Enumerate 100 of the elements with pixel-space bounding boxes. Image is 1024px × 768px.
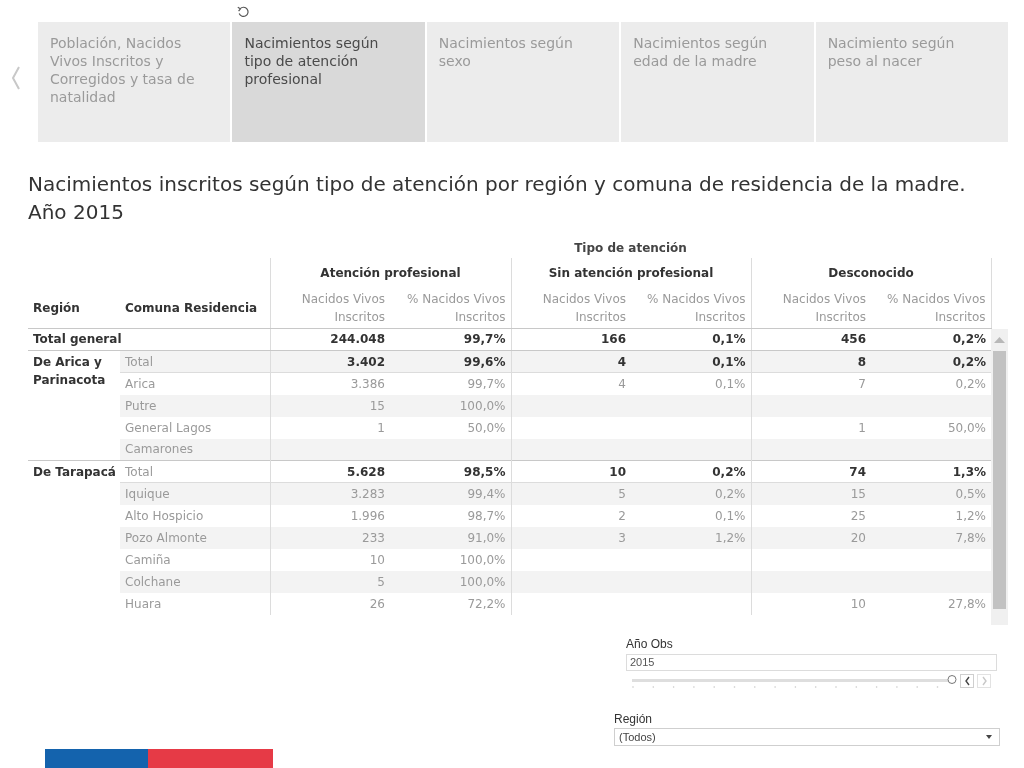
table-cell: 5 xyxy=(270,570,390,593)
table-cell: 99,4% xyxy=(390,482,511,505)
tab[interactable]: Población, Nacidos Vivos Inscritos y Corregidos y tasa de natalidad xyxy=(38,22,231,142)
table-cell: 74 xyxy=(751,460,871,483)
table-cell: 99,6% xyxy=(390,350,511,373)
page-title: Nacimientos inscritos según tipo de atención por región y comuna de residencia de la madre. Año 2015 xyxy=(28,171,967,226)
table-cell: 0,2% xyxy=(871,350,991,373)
table-cell: 0,5% xyxy=(871,482,991,505)
column-header: Nacidos Vivos Inscritos xyxy=(751,288,871,328)
table-cell: 100,0% xyxy=(390,548,511,571)
table-cell: 1,2% xyxy=(871,504,991,527)
table-cell: 15 xyxy=(751,482,871,505)
table-cell: 3 xyxy=(511,526,631,549)
table-cell: 5 xyxy=(511,482,631,505)
table-cell: 26 xyxy=(270,592,390,615)
scrollbar[interactable] xyxy=(991,328,1008,625)
row-header: General Lagos xyxy=(120,416,270,439)
table-cell: 3.283 xyxy=(270,482,390,505)
table-cell: 0,2% xyxy=(631,482,751,505)
table-cell: 3.386 xyxy=(270,372,390,395)
column-group-header: Sin atención profesional xyxy=(511,258,751,288)
column-header: Región xyxy=(28,288,120,328)
tab[interactable]: Nacimientos según edad de la madre xyxy=(621,22,814,142)
tab[interactable]: Nacimientos según tipo de atención profesional xyxy=(232,22,425,142)
column-header: Nacidos Vivos Inscritos xyxy=(270,288,390,328)
column-group-header: Desconocido xyxy=(751,258,992,288)
region-dropdown[interactable]: (Todos) xyxy=(614,727,1000,746)
table-cell: 100,0% xyxy=(390,394,511,417)
caret-down-icon xyxy=(986,734,992,739)
chevron-left-icon xyxy=(964,675,970,686)
table-cell: 50,0% xyxy=(871,416,991,439)
column-group-header: Tipo de atención xyxy=(270,238,992,258)
table-cell: 99,7% xyxy=(390,328,511,351)
table-cell: 10 xyxy=(511,460,631,483)
tab[interactable]: Nacimiento según peso al nacer xyxy=(815,22,1009,142)
table-cell: 244.048 xyxy=(270,328,390,351)
chevron-left-icon[interactable] xyxy=(12,66,20,90)
filter-label: Región xyxy=(614,712,654,726)
row-header: Total xyxy=(120,460,270,483)
column-header: Nacidos Vivos Inscritos xyxy=(511,288,631,328)
table-cell: 4 xyxy=(511,372,631,395)
table-cell: 3.402 xyxy=(270,350,390,373)
table-cell: 166 xyxy=(511,328,631,351)
table-cell: 100,0% xyxy=(390,570,511,593)
table-cell: 0,2% xyxy=(631,460,751,483)
row-header: Colchane xyxy=(120,570,270,593)
table-cell: 1.996 xyxy=(270,504,390,527)
up-arrow-icon[interactable] xyxy=(994,336,1005,343)
row-header: Total general xyxy=(28,328,270,351)
filter-label: Año Obs xyxy=(626,637,674,651)
table-cell: 0,1% xyxy=(631,350,751,373)
year-field[interactable]: 2015 xyxy=(626,653,997,671)
table-cell: 91,0% xyxy=(390,526,511,549)
table-cell: 20 xyxy=(751,526,871,549)
row-header: Arica xyxy=(120,372,270,395)
table-cell: 1 xyxy=(270,416,390,439)
table-cell: 15 xyxy=(270,394,390,417)
column-header: % Nacidos Vivos Inscritos xyxy=(871,288,992,328)
table-cell: 50,0% xyxy=(390,416,511,439)
column-header: % Nacidos Vivos Inscritos xyxy=(631,288,751,328)
tab[interactable]: Nacimientos según sexo xyxy=(426,22,620,142)
column-group-header: Atención profesional xyxy=(270,258,511,288)
table-cell: 1,2% xyxy=(631,526,751,549)
row-header: Camarones xyxy=(120,438,270,461)
table-cell: 0,2% xyxy=(871,372,991,395)
row-header: Alto Hospicio xyxy=(120,504,270,527)
table-cell: 99,7% xyxy=(390,372,511,395)
table-cell: 0,1% xyxy=(631,328,751,351)
previous-button[interactable] xyxy=(960,673,974,688)
circular-arrow-icon[interactable] xyxy=(237,4,250,18)
row-header: Camiña xyxy=(120,548,270,571)
row-header: Pozo Almonte xyxy=(120,526,270,549)
table-cell: 8 xyxy=(751,350,871,373)
slider-thumb[interactable] xyxy=(947,674,957,684)
table-cell: 10 xyxy=(270,548,390,571)
table-cell: 233 xyxy=(270,526,390,549)
table-cell: 2 xyxy=(511,504,631,527)
row-header: Huara xyxy=(120,592,270,615)
table-cell: 1 xyxy=(751,416,871,439)
table-cell: 456 xyxy=(751,328,871,351)
table-cell: 1,3% xyxy=(871,460,991,483)
table-cell: 5.628 xyxy=(270,460,390,483)
table-cell: 98,7% xyxy=(390,504,511,527)
scrollbar-thumb[interactable] xyxy=(993,350,1006,609)
table-cell: 10 xyxy=(751,592,871,615)
table-cell: 0,1% xyxy=(631,504,751,527)
table-cell: 7,8% xyxy=(871,526,991,549)
row-header: Total xyxy=(120,350,270,373)
table-cell: 72,2% xyxy=(390,592,511,615)
table-cell: 7 xyxy=(751,372,871,395)
column-header: % Nacidos Vivos Inscritos xyxy=(390,288,511,328)
row-header: Putre xyxy=(120,394,270,417)
chevron-right-icon xyxy=(981,675,987,686)
row-header: Iquique xyxy=(120,482,270,505)
table-cell: 4 xyxy=(511,350,631,373)
table-cell: 0,1% xyxy=(631,372,751,395)
column-header: Comuna Residencia xyxy=(120,288,270,328)
table-cell: 27,8% xyxy=(871,592,991,615)
table-cell: 98,5% xyxy=(390,460,511,483)
table-cell: 25 xyxy=(751,504,871,527)
